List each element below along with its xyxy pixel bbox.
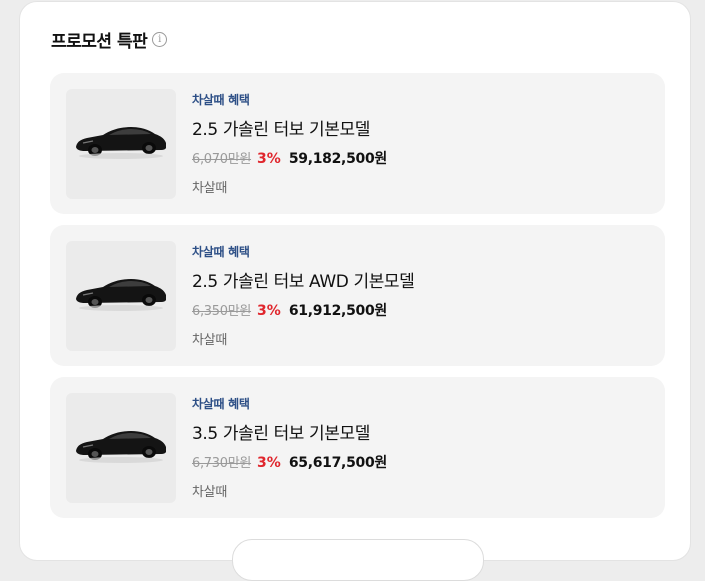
product-card[interactable]: 차살때 혜택 2.5 가솔린 터보 AWD 기본모델 6,350만원 3% 61… xyxy=(50,225,665,366)
car-image xyxy=(66,241,176,351)
promotion-title: 프로모션 특판 xyxy=(51,32,148,52)
original-price: 6,730만원 xyxy=(192,456,252,471)
car-image xyxy=(66,89,176,199)
discount-rate: 3% xyxy=(257,151,281,167)
model-name[interactable]: 2.5 가솔린 터보 AWD 기본모델 xyxy=(192,267,415,292)
final-price: 65,617,500원 xyxy=(288,455,387,471)
product-card[interactable]: 차살때 혜택 3.5 가솔린 터보 기본모델 6,730만원 3% 65,617… xyxy=(50,377,665,518)
original-price: 6,350만원 xyxy=(192,304,252,319)
discount-rate: 3% xyxy=(257,455,281,471)
benefit-label: 차살때 혜택 xyxy=(192,245,250,259)
more-button[interactable] xyxy=(232,539,484,581)
car-icon xyxy=(76,431,166,463)
discount-rate: 3% xyxy=(257,303,281,319)
promotion-panel: 프로모션 특판 i 차살때 혜택 2.5 가솔린 터보 기본모델 6,070만원… xyxy=(19,1,691,581)
model-name[interactable]: 2.5 가솔린 터보 기본모델 xyxy=(192,115,387,140)
original-price: 6,070만원 xyxy=(192,152,252,167)
promotion-header: 프로모션 특판 i xyxy=(51,27,168,52)
info-icon[interactable]: i xyxy=(152,32,168,47)
car-icon xyxy=(76,127,166,159)
final-price: 59,182,500원 xyxy=(288,151,387,167)
benefit-label: 차살때 혜택 xyxy=(192,397,250,411)
price-row: 6,730만원 3% 65,617,500원 xyxy=(192,452,387,472)
promo-tag: 차살때 xyxy=(192,485,227,500)
final-price: 61,912,500원 xyxy=(288,303,387,319)
price-row: 6,070만원 3% 59,182,500원 xyxy=(192,148,387,168)
car-icon xyxy=(76,279,166,311)
benefit-label: 차살때 혜택 xyxy=(192,93,250,107)
price-row: 6,350만원 3% 61,912,500원 xyxy=(192,300,414,320)
product-card[interactable]: 차살때 혜택 2.5 가솔린 터보 기본모델 6,070만원 3% 59,182… xyxy=(50,73,665,214)
promo-tag: 차살때 xyxy=(192,181,227,196)
promo-tag: 차살때 xyxy=(192,333,227,348)
car-image xyxy=(66,393,176,503)
model-name[interactable]: 3.5 가솔린 터보 기본모델 xyxy=(192,419,387,444)
